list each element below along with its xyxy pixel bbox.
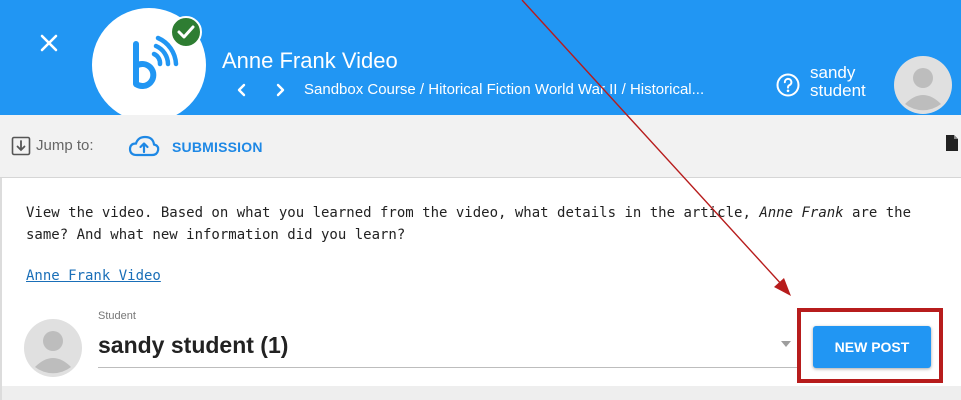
jump-bar: Jump to: SUBMISSION: [0, 115, 961, 178]
prompt-article-title: Anne Frank: [759, 205, 844, 221]
student-select-value: sandy student (1): [98, 332, 289, 358]
student-avatar-icon: [24, 319, 82, 377]
page-title: Anne Frank Video: [222, 48, 398, 73]
video-link[interactable]: Anne Frank Video: [26, 268, 161, 284]
help-icon[interactable]: [775, 72, 801, 98]
prompt-text-1: View the video. Based on what you learne…: [26, 205, 760, 221]
chevron-left-icon[interactable]: [234, 82, 250, 98]
jump-to-label: Jump to:: [36, 137, 94, 154]
user-last-name: student: [810, 81, 866, 100]
user-first-name: sandy: [810, 63, 856, 82]
jump-icon: [11, 136, 31, 156]
check-icon: [177, 25, 195, 39]
breadcrumb[interactable]: Sandbox Course / Hitorical Fiction World…: [304, 81, 756, 98]
chevron-right-icon[interactable]: [272, 82, 288, 98]
new-post-button[interactable]: NEW POST: [813, 326, 931, 368]
discussion-prompt: View the video. Based on what you learne…: [26, 202, 926, 246]
document-icon[interactable]: [946, 135, 958, 151]
submission-link[interactable]: SUBMISSION: [128, 132, 263, 162]
course-header: Anne Frank Video Sandbox Course / Hitori…: [0, 0, 961, 122]
dropdown-arrow-icon: [781, 341, 791, 347]
cloud-upload-icon: [128, 135, 160, 157]
submission-label: SUBMISSION: [172, 139, 263, 155]
avatar-icon[interactable]: [894, 56, 952, 114]
bottom-strip: [0, 386, 961, 400]
check-badge: [170, 16, 202, 48]
student-select-label: Student: [98, 310, 136, 322]
student-select[interactable]: sandy student (1): [98, 326, 798, 368]
user-name: sandy student: [810, 64, 866, 100]
close-icon[interactable]: [36, 30, 62, 56]
